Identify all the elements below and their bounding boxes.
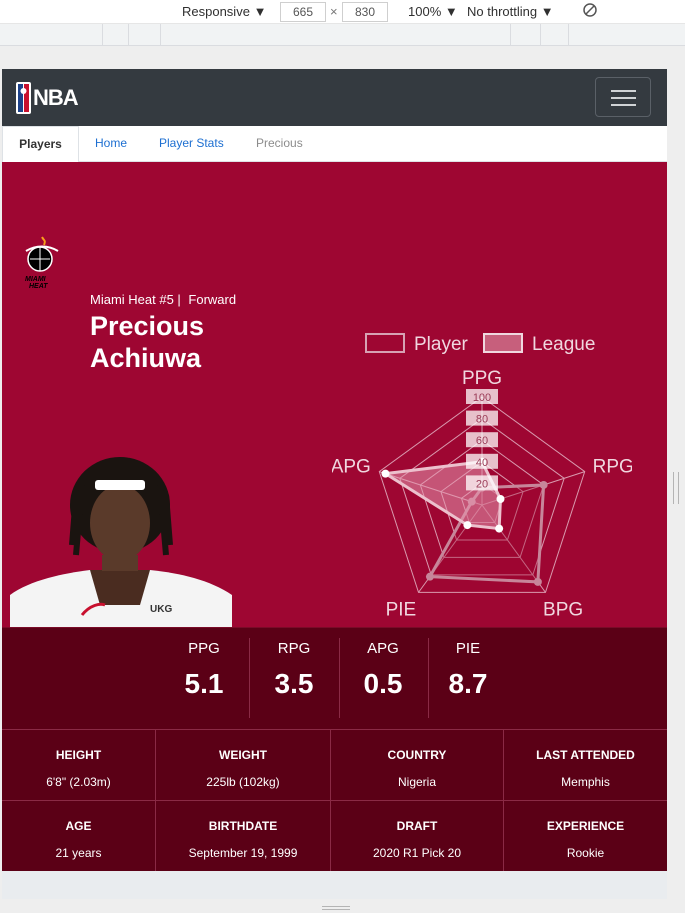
hamburger-icon (611, 90, 636, 92)
radar-point-player[interactable] (539, 480, 548, 489)
legend-label-league: League (532, 334, 595, 355)
info-value: 21 years (55, 846, 102, 860)
radar-point-league[interactable] (463, 521, 472, 530)
info-label: AGE (65, 819, 92, 833)
info-age: AGE 21 years (2, 800, 156, 871)
legend-label-player: Player (414, 334, 469, 355)
info-height: HEIGHT 6'8" (2.03m) (2, 729, 156, 800)
info-last-attended: LAST ATTENDED Memphis (504, 729, 667, 800)
zoom-label: 100% (408, 4, 442, 19)
radar-point-league[interactable] (495, 524, 504, 533)
info-birthdate: BIRTHDATE September 19, 1999 (156, 800, 331, 871)
info-country: COUNTRY Nigeria (331, 729, 504, 800)
tab-players[interactable]: Players (2, 126, 79, 162)
radar-axis-label: PIE (386, 600, 417, 617)
stat-summary: PPG 5.1 RPG 3.5 APG 0.5 PIE 8.7 (2, 627, 667, 729)
radar-tick-label: 20 (476, 478, 488, 490)
info-value: September 19, 1999 (188, 846, 298, 860)
legend-swatch-league[interactable] (483, 333, 523, 353)
info-label: EXPERIENCE (546, 819, 625, 833)
radar-axis-label: APG (332, 456, 371, 477)
rotate-icon[interactable] (582, 2, 598, 21)
info-draft: DRAFT 2020 R1 Pick 20 (331, 800, 504, 871)
info-weight: WEIGHT 225lb (102kg) (156, 729, 331, 800)
info-label: DRAFT (396, 819, 438, 833)
stat-value: 3.5 (274, 668, 314, 699)
page-viewport: NBA Players Home Player Stats Precious M… (2, 69, 667, 899)
info-experience: EXPERIENCE Rookie (504, 800, 667, 871)
player-name: Precious Achiuwa (90, 310, 204, 374)
radar-point-league[interactable] (496, 494, 505, 503)
player-first-name: Precious (90, 311, 205, 341)
breadcrumb-home[interactable]: Home (95, 136, 127, 150)
stat-value: 0.5 (363, 668, 403, 699)
team-position-line: Miami Heat #5 | Forward (90, 292, 236, 307)
device-label: Responsive (182, 4, 250, 19)
navbar-toggler-button[interactable] (595, 77, 651, 117)
radar-point-player[interactable] (533, 577, 542, 586)
devtools-toolbar: Responsive ▼ 665 × 830 100% ▼ No throttl… (0, 0, 685, 24)
radar-point-league[interactable] (381, 469, 390, 478)
stat-value: 8.7 (448, 668, 488, 699)
radar-chart: Player League 100 80 60 40 20 PPG RPG BPG PIE AP… (332, 333, 632, 617)
dropdown-icon: ▼ (253, 4, 267, 19)
dropdown-icon: ▼ (444, 4, 458, 19)
info-value: Nigeria (397, 775, 436, 789)
breadcrumb-current: Precious (256, 136, 303, 150)
player-headshot: UKG (10, 455, 232, 627)
svg-text:HEAT: HEAT (29, 283, 48, 290)
stat-label: PPG (188, 640, 220, 657)
info-label: COUNTRY (387, 748, 447, 762)
page-footer-strip (2, 871, 667, 899)
legend-swatch-player[interactable] (365, 333, 405, 353)
info-value: 225lb (102kg) (206, 775, 280, 789)
radar-axis-label: BPG (543, 600, 583, 617)
zoom-select[interactable]: 100% ▼ (408, 4, 458, 19)
player-info-grid: HEIGHT 6'8" (2.03m) WEIGHT 225lb (102kg)… (2, 729, 667, 871)
info-label: LAST ATTENDED (536, 748, 635, 762)
player-position: Forward (188, 292, 237, 307)
resize-handle-right[interactable] (673, 472, 679, 504)
stat-label: APG (367, 640, 399, 657)
radar-tick-label: 60 (476, 435, 488, 447)
media-query-bar[interactable] (0, 24, 685, 46)
radar-point-player[interactable] (425, 572, 434, 581)
radar-series-league (381, 460, 503, 531)
height-input[interactable]: 830 (342, 2, 388, 22)
navbar: NBA (2, 69, 667, 126)
info-label: BIRTHDATE (208, 819, 278, 833)
nba-logo[interactable]: NBA (16, 82, 79, 114)
info-value: Memphis (561, 775, 610, 789)
throttling-label: No throttling (467, 4, 538, 19)
team-logo: MIAMI HEAT (22, 235, 62, 291)
radar-axis-label: RPG (593, 456, 632, 477)
svg-text:UKG: UKG (150, 604, 172, 615)
times-sign: × (330, 4, 338, 19)
device-select[interactable]: Responsive ▼ (182, 4, 266, 19)
radar-tick-label: 100 (473, 392, 491, 404)
info-value: 6'8" (2.03m) (46, 775, 111, 789)
radar-axis-label: PPG (462, 368, 502, 389)
radar-tick-label: 80 (476, 414, 488, 426)
svg-text:MIAMI: MIAMI (25, 276, 47, 283)
stat-value: 5.1 (184, 668, 224, 699)
breadcrumb-player-stats[interactable]: Player Stats (159, 136, 224, 150)
info-value: Rookie (566, 846, 605, 860)
dropdown-icon: ▼ (540, 4, 554, 19)
width-input[interactable]: 665 (280, 2, 326, 22)
team-number: Miami Heat #5 | (90, 292, 181, 307)
info-label: HEIGHT (55, 748, 102, 762)
resize-handle-bottom[interactable] (322, 906, 350, 910)
player-last-name: Achiuwa (90, 343, 202, 373)
stat-label: PIE (455, 640, 481, 657)
player-hero: MIAMI HEAT Miami Heat #5 | Forward Preci… (2, 162, 667, 627)
info-label: WEIGHT (219, 748, 267, 762)
throttling-select[interactable]: No throttling ▼ (467, 4, 554, 19)
player-tabs: Players Home Player Stats Precious (2, 126, 667, 162)
stat-label: RPG (277, 640, 311, 657)
info-value: 2020 R1 Pick 20 (372, 846, 462, 860)
logo-text: NBA (33, 85, 79, 110)
radar-tick-label: 40 (476, 457, 488, 469)
